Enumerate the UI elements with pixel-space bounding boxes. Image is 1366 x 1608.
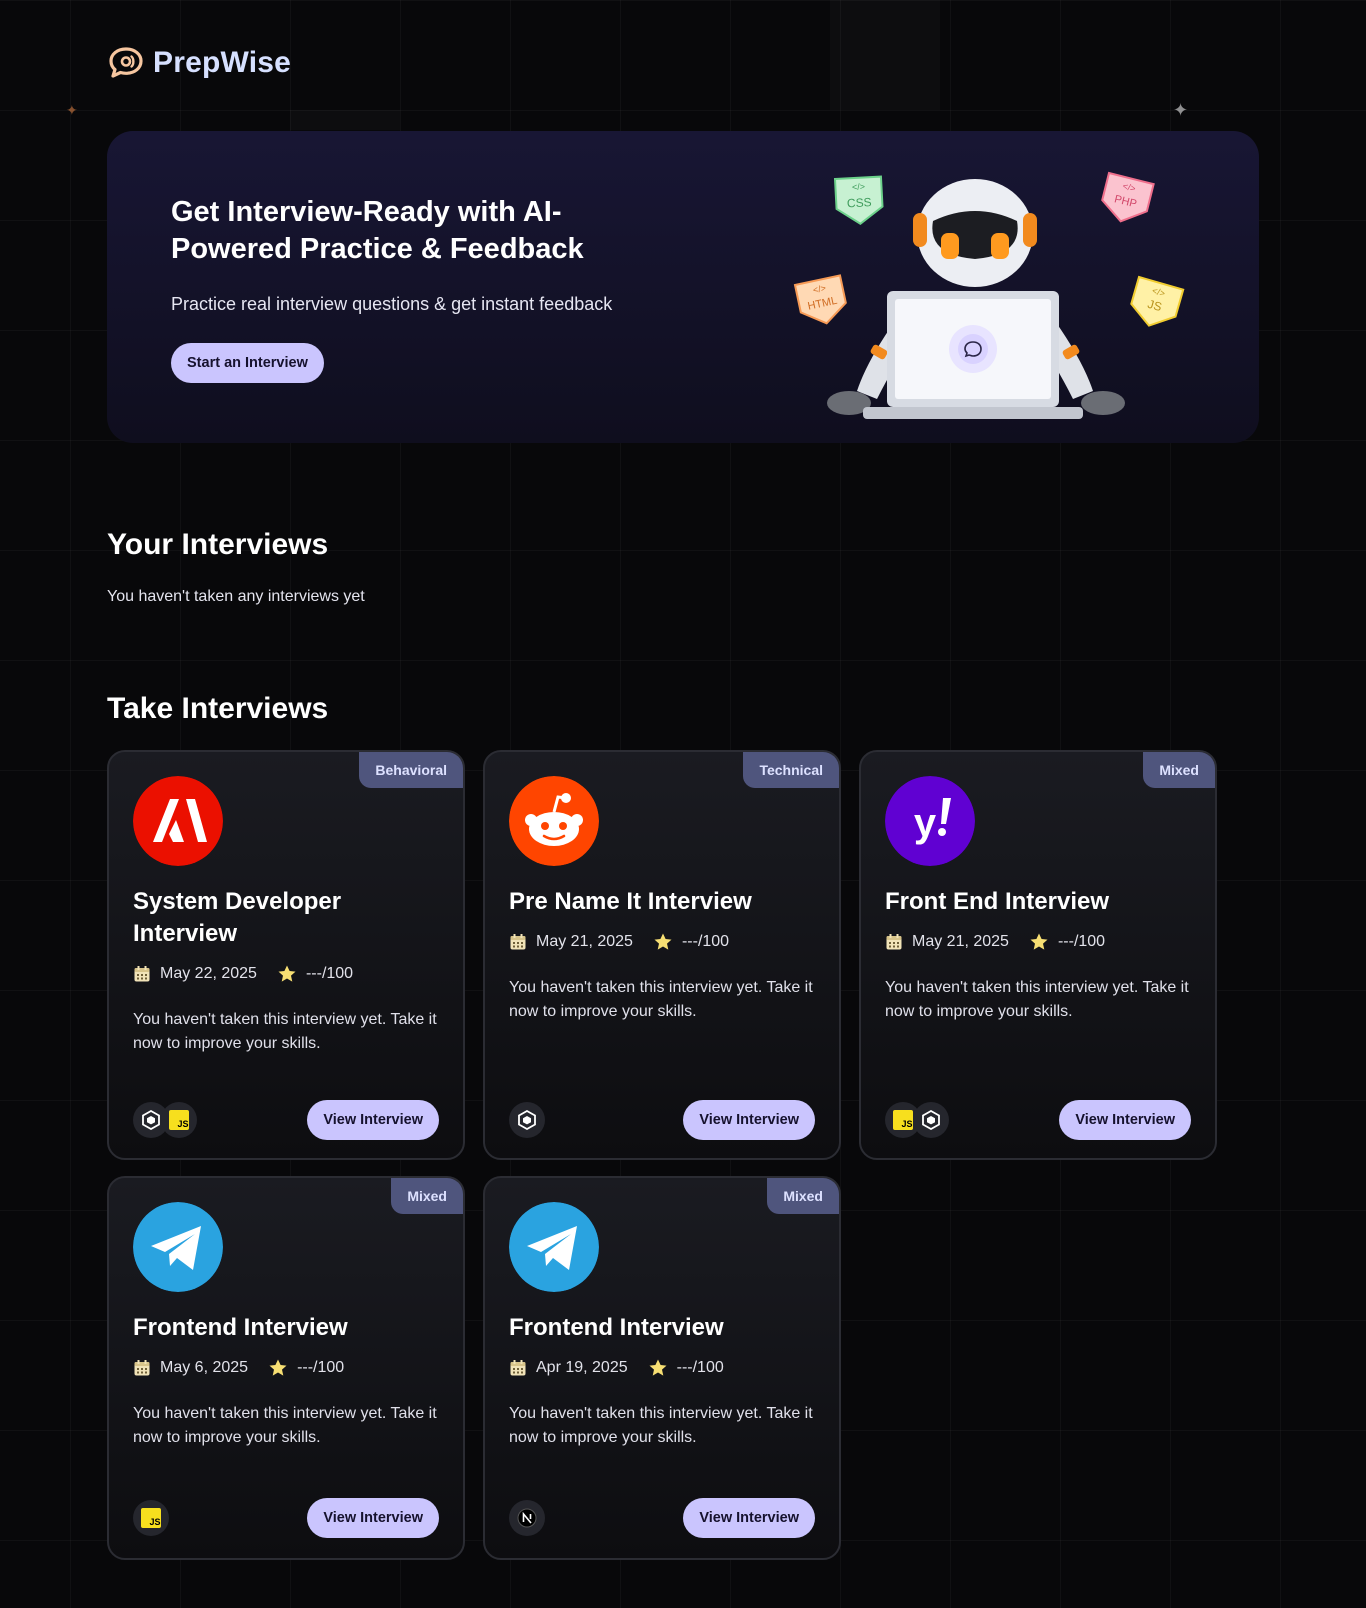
star-icon — [278, 965, 296, 982]
webpack-icon — [913, 1102, 949, 1138]
view-interview-button[interactable]: View Interview — [307, 1498, 439, 1538]
interview-meta: May 21, 2025 ---/100 — [509, 932, 729, 952]
yahoo-logo-icon: y — [885, 776, 975, 866]
star-icon — [1030, 933, 1048, 950]
svg-text:JS: JS — [149, 1517, 160, 1527]
interview-meta: Apr 19, 2025 ---/100 — [509, 1358, 724, 1378]
star-icon — [654, 933, 672, 950]
interview-title: Frontend Interview — [509, 1314, 724, 1341]
interview-title: System Developer Interview — [133, 888, 342, 947]
calendar-icon — [134, 966, 150, 982]
svg-text:JS: JS — [901, 1119, 912, 1129]
js-icon: JS — [161, 1102, 197, 1138]
view-interview-button[interactable]: View Interview — [307, 1100, 439, 1140]
tech-stack: JS — [133, 1500, 169, 1536]
svg-text:CSS: CSS — [847, 195, 872, 210]
svg-text:JS: JS — [177, 1119, 188, 1129]
interview-description: You haven't taken this interview yet. Ta… — [885, 979, 1189, 1020]
js-icon: JS — [133, 1500, 169, 1536]
interview-card: Technical Pre Name It Interview May 21, … — [483, 750, 841, 1160]
app-name: PrepWise — [153, 46, 292, 79]
interview-score: ---/100 — [1057, 933, 1106, 950]
interview-score: ---/100 — [297, 1359, 345, 1376]
interview-card: Behavioral System Developer Interview Ma… — [107, 750, 465, 1160]
star-icon — [269, 1359, 287, 1376]
interview-type-badge: Behavioral — [359, 752, 463, 788]
interview-card: Mixed y Front End Interview May 21, 2025… — [859, 750, 1217, 1160]
view-interview-button[interactable]: View Interview — [683, 1498, 815, 1538]
interview-score: ---/100 — [681, 933, 730, 950]
interview-score: ---/100 — [676, 1359, 724, 1376]
tech-stack: JS — [885, 1102, 949, 1138]
interview-meta: May 21, 2025 ---/100 — [885, 932, 1105, 952]
js-badge-icon: </> JS — [1130, 275, 1185, 327]
tech-stack — [509, 1102, 545, 1138]
interview-card: Mixed Frontend Interview May 6, 2025 ---… — [107, 1176, 465, 1560]
calendar-icon — [510, 934, 526, 950]
interview-type-badge: Mixed — [1143, 752, 1215, 788]
view-interview-button[interactable]: View Interview — [1059, 1100, 1191, 1140]
hero-title: Get Interview-Ready with AI-Powered Prac… — [171, 196, 584, 265]
svg-text:y: y — [914, 801, 937, 845]
interview-type-badge: Technical — [743, 752, 839, 788]
interview-title: Pre Name It Interview — [509, 888, 752, 915]
interview-title: Frontend Interview — [133, 1314, 348, 1341]
view-interview-button[interactable]: View Interview — [683, 1100, 815, 1140]
start-interview-button[interactable]: Start an Interview — [171, 343, 324, 383]
interview-date: May 22, 2025 — [160, 965, 257, 982]
interview-date: Apr 19, 2025 — [536, 1359, 628, 1376]
interview-meta: May 22, 2025 ---/100 — [133, 964, 353, 984]
take-interviews-title: Take Interviews — [107, 692, 329, 725]
webpack-icon — [509, 1102, 545, 1138]
tech-stack: JS — [133, 1102, 197, 1138]
interview-date: May 6, 2025 — [160, 1359, 249, 1376]
your-interviews-title: Your Interviews — [107, 528, 329, 561]
nextjs-icon — [509, 1500, 545, 1536]
background-grid-cell — [290, 110, 400, 130]
interview-date: May 21, 2025 — [912, 933, 1009, 950]
interview-type-badge: Mixed — [767, 1178, 839, 1214]
interview-score: ---/100 — [305, 965, 354, 982]
reddit-logo-icon — [509, 776, 599, 866]
robot-illustration: </> CSS </> PHP </> HTML </> JS — [793, 171, 1185, 419]
calendar-icon — [886, 934, 902, 950]
svg-text:</>: </> — [852, 181, 866, 192]
adobe-logo-icon — [133, 776, 223, 866]
star-icon — [649, 1359, 667, 1376]
hero-subtitle: Practice real interview questions & get … — [171, 294, 613, 314]
interview-type-badge: Mixed — [391, 1178, 463, 1214]
interview-meta: May 6, 2025 ---/100 — [133, 1358, 344, 1378]
calendar-icon — [510, 1360, 526, 1376]
interview-description: You haven't taken this interview yet. Ta… — [509, 979, 813, 1020]
navbar[interactable]: PrepWise — [107, 46, 291, 80]
logo-icon — [109, 47, 143, 78]
interview-description: You haven't taken this interview yet. Ta… — [133, 1011, 437, 1052]
interview-description: You haven't taken this interview yet. Ta… — [509, 1405, 813, 1446]
interview-date: May 21, 2025 — [536, 933, 633, 950]
sparkle-icon: ✦ — [1173, 100, 1189, 120]
interview-card: Mixed Frontend Interview Apr 19, 2025 --… — [483, 1176, 841, 1560]
telegram-logo-icon — [509, 1202, 599, 1292]
html-badge-icon: </> HTML — [793, 274, 847, 325]
php-badge-icon: </> PHP — [1101, 171, 1155, 223]
hero-banner: Get Interview-Ready with AI-Powered Prac… — [107, 131, 1259, 443]
background-grid-cell — [830, 0, 940, 110]
tech-stack — [509, 1500, 545, 1536]
telegram-logo-icon — [133, 1202, 223, 1292]
interview-title: Front End Interview — [885, 888, 1110, 915]
sparkle-icon: ✦ — [66, 102, 78, 118]
css-badge-icon: </> CSS — [833, 175, 884, 225]
empty-state-text: You haven't taken any interviews yet — [107, 588, 365, 605]
calendar-icon — [134, 1360, 150, 1376]
interview-description: You haven't taken this interview yet. Ta… — [133, 1405, 437, 1446]
